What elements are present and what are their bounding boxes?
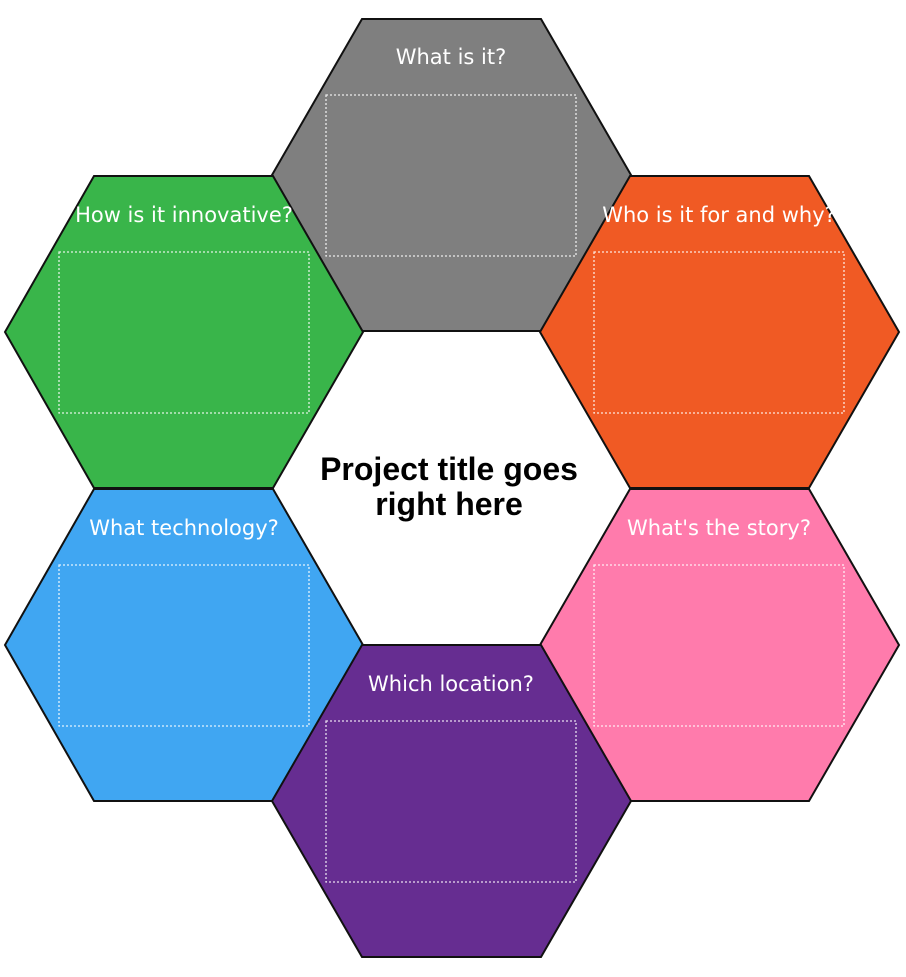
hex-who-is-it-for-label: Who is it for and why? bbox=[602, 203, 836, 227]
hex-which-location-label: Which location? bbox=[368, 672, 534, 696]
hexagon-diagram: What is it? Who is it for and why? What'… bbox=[3, 18, 901, 958]
hex-how-innovative-label: How is it innovative? bbox=[75, 203, 293, 227]
hex-what-technology-label: What technology? bbox=[89, 516, 279, 540]
hex-whats-the-story-label: What's the story? bbox=[627, 516, 811, 540]
hex-what-is-it-label: What is it? bbox=[396, 45, 507, 69]
project-title-line-2[interactable]: right here bbox=[375, 486, 523, 522]
project-title-line-1[interactable]: Project title goes bbox=[320, 451, 578, 487]
center-title: Project title goes right here bbox=[320, 451, 578, 522]
